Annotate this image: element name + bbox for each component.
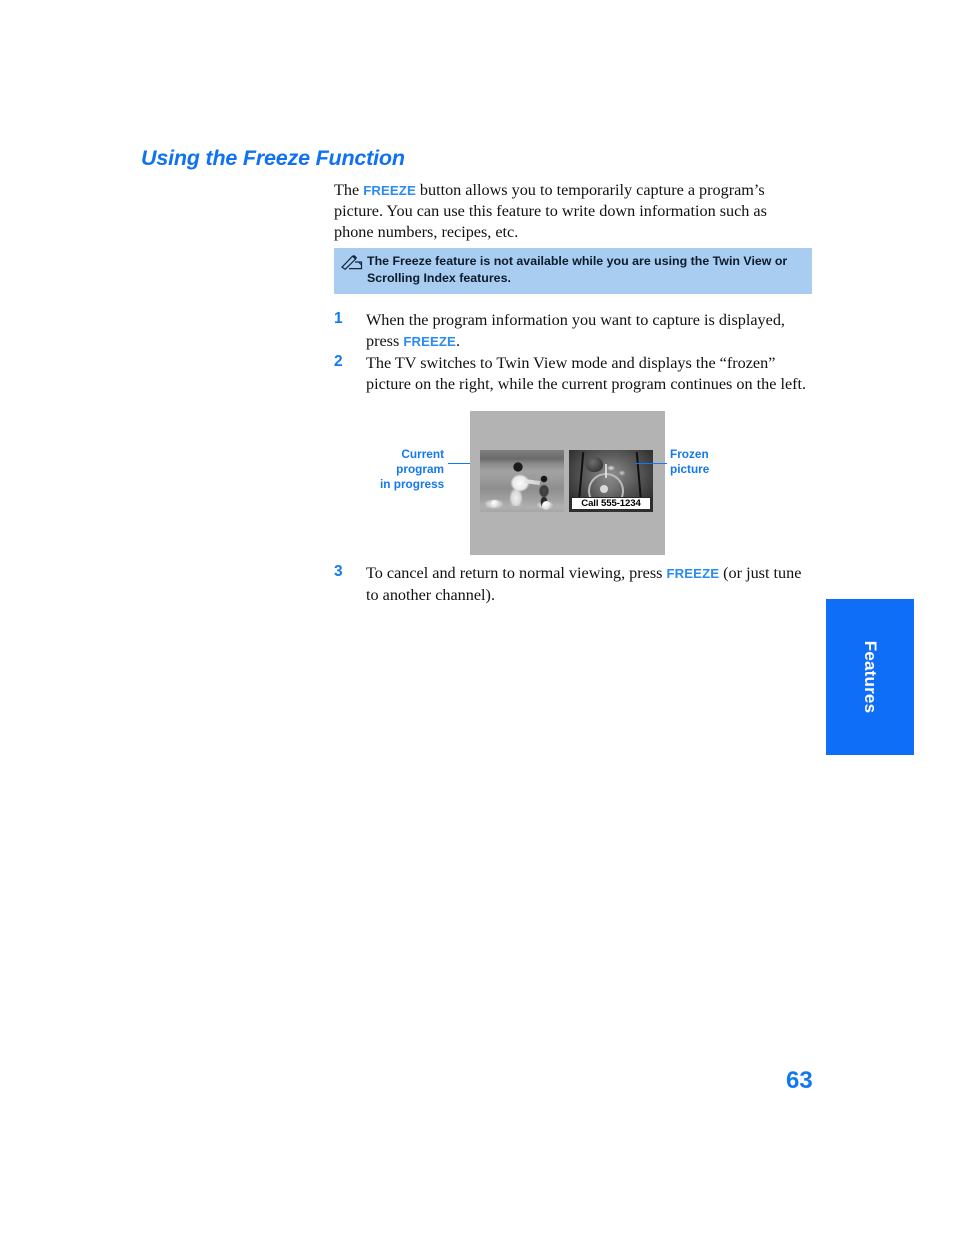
- callout-frozen-picture: Frozen picture: [670, 447, 709, 477]
- frozen-picture-caption: Call 555-1234: [571, 497, 651, 510]
- body-column: The FREEZE button allows you to temporar…: [334, 180, 814, 242]
- photo-bicycle-hub: [600, 485, 608, 493]
- document-page: Using the Freeze Function The FREEZE but…: [0, 0, 954, 1235]
- photo-bicycle-handlebars: [605, 464, 627, 478]
- callout-left-line-1: Current: [401, 447, 444, 461]
- step-2-number: 2: [334, 353, 343, 370]
- photo-ball-left: [491, 500, 499, 508]
- callout-right-leader-line: [635, 463, 667, 464]
- section-side-tab: Features: [826, 599, 914, 755]
- twin-view-illustration: Current program in progress Call 555-123…: [380, 405, 720, 560]
- freeze-key-intro: FREEZE: [363, 183, 416, 198]
- photo-bicycle-seat: [586, 457, 603, 472]
- step-3-text: To cancel and return to normal viewing, …: [366, 563, 816, 605]
- note-text: The Freeze feature is not available whil…: [367, 254, 788, 285]
- step-2-text-before: The TV switches to Twin View mode and di…: [366, 354, 807, 393]
- step-3-text-before: To cancel and return to normal viewing, …: [366, 564, 667, 582]
- tv-screen-frame: Call 555-1234: [470, 411, 665, 555]
- callout-right-line-2: picture: [670, 462, 710, 477]
- step-3-number: 3: [334, 563, 343, 580]
- step-3: 3 To cancel and return to normal viewing…: [334, 563, 816, 605]
- intro-paragraph: The FREEZE button allows you to temporar…: [334, 180, 804, 242]
- freeze-key-step-3: FREEZE: [666, 566, 720, 581]
- step-1-text: When the program information you want to…: [366, 310, 816, 352]
- frozen-picture-screen: Call 555-1234: [569, 450, 653, 512]
- callout-left-line-3: in progress: [380, 477, 445, 492]
- step-2-text: The TV switches to Twin View mode and di…: [366, 353, 816, 394]
- callout-current-program: Current program in progress: [380, 447, 444, 493]
- current-program-screen: [480, 450, 564, 512]
- section-side-tab-label: Features: [861, 640, 880, 714]
- step-1-text-after: .: [455, 331, 460, 350]
- pencil-note-icon: [341, 254, 363, 271]
- page-number: 63: [786, 1067, 813, 1094]
- note-callout-box: The Freeze feature is not available whil…: [334, 248, 812, 294]
- step-1: 1 When the program information you want …: [334, 310, 816, 352]
- page-title: Using the Freeze Function: [141, 146, 405, 170]
- step-1-number: 1: [334, 310, 343, 327]
- step-2: 2 The TV switches to Twin View mode and …: [334, 353, 816, 394]
- photo-ball-right: [542, 501, 551, 510]
- intro-text-before: The: [334, 181, 364, 199]
- callout-right-line-1: Frozen: [670, 447, 709, 461]
- freeze-key-step-1: FREEZE: [403, 333, 456, 349]
- current-program-photo: [480, 450, 564, 512]
- callout-left-line-2: program: [396, 462, 444, 477]
